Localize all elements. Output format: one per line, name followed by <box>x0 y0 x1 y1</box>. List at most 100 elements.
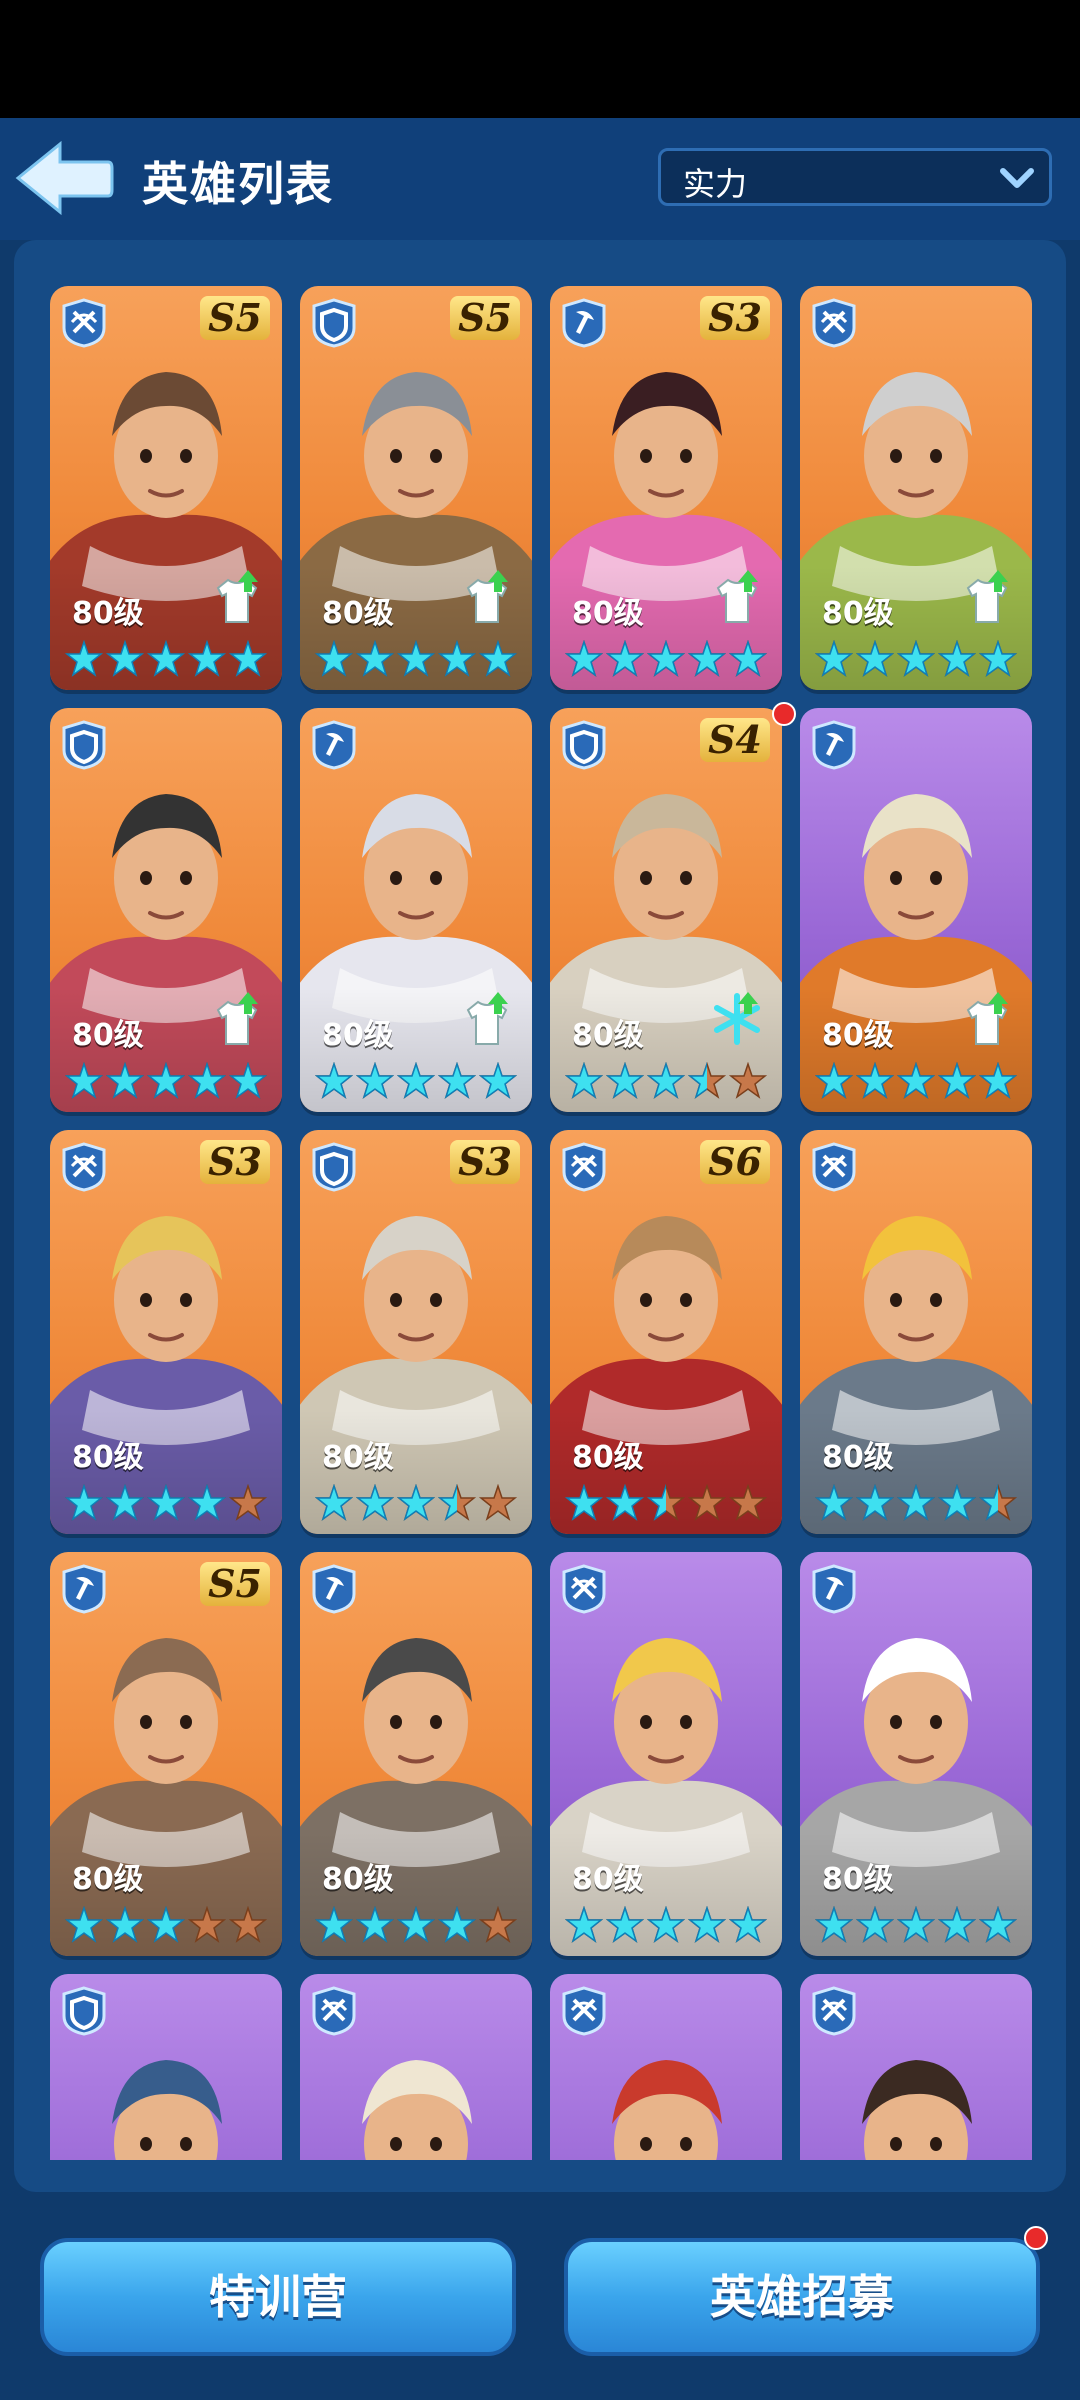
star-rating <box>314 639 524 680</box>
hero-level: 80级 <box>822 1440 894 1475</box>
season-badge: S5 <box>200 1562 270 1606</box>
season-badge: S5 <box>450 296 520 340</box>
star-icon <box>396 1061 436 1102</box>
star-icon <box>146 1483 186 1524</box>
hero-recruit-button[interactable]: 英雄招募 <box>564 2238 1040 2356</box>
hero-card[interactable] <box>300 1974 532 2160</box>
star-icon <box>605 1061 645 1102</box>
hero-card[interactable]: S5 80级 <box>300 286 532 690</box>
star-icon <box>937 1483 977 1524</box>
hero-card[interactable]: 80级 <box>800 1552 1032 1956</box>
hero-card[interactable]: S5 80级 <box>50 286 282 690</box>
star-icon <box>187 1061 227 1102</box>
star-icon <box>937 1905 977 1946</box>
star-rating <box>64 1061 274 1102</box>
star-icon <box>687 1061 727 1102</box>
hero-card[interactable]: S3 80级 <box>300 1130 532 1534</box>
hero-card[interactable]: 80级 <box>50 708 282 1112</box>
hero-card[interactable]: S6 80级 <box>550 1130 782 1534</box>
star-rating <box>64 639 274 680</box>
star-icon <box>937 639 977 680</box>
star-icon <box>646 1483 686 1524</box>
hero-level: 80级 <box>572 1440 644 1475</box>
star-icon <box>146 1061 186 1102</box>
star-icon <box>228 1483 268 1524</box>
hero-card[interactable]: 80级 <box>800 708 1032 1112</box>
season-badge: S3 <box>200 1140 270 1184</box>
star-icon <box>64 1905 104 1946</box>
hero-level: 80级 <box>72 1018 144 1053</box>
hero-card[interactable] <box>550 1974 782 2160</box>
star-rating <box>814 1061 1024 1102</box>
star-rating <box>814 1905 1024 1946</box>
star-icon <box>814 1905 854 1946</box>
star-rating <box>814 1483 1024 1524</box>
hero-card[interactable]: 80级 <box>800 286 1032 690</box>
star-icon <box>437 1905 477 1946</box>
star-icon <box>728 1061 768 1102</box>
star-icon <box>64 1483 104 1524</box>
hero-level: 80级 <box>822 1862 894 1897</box>
star-icon <box>355 1483 395 1524</box>
page-title: 英雄列表 <box>142 157 334 211</box>
season-badge: S5 <box>200 296 270 340</box>
hero-card[interactable]: 80级 <box>300 1552 532 1956</box>
hero-card[interactable] <box>800 1974 1032 2160</box>
sort-dropdown[interactable]: 实力 <box>658 148 1052 206</box>
star-rating <box>564 1905 774 1946</box>
star-icon <box>478 1061 518 1102</box>
star-icon <box>728 1483 768 1524</box>
star-icon <box>814 1061 854 1102</box>
star-icon <box>478 639 518 680</box>
hero-card[interactable]: S3 80级 <box>550 286 782 690</box>
star-icon <box>146 639 186 680</box>
hero-level: 80级 <box>322 596 394 631</box>
hero-card[interactable]: S4 80级 <box>550 708 782 1112</box>
hero-card[interactable]: S3 80级 <box>50 1130 282 1534</box>
hero-card[interactable]: 80级 <box>800 1130 1032 1534</box>
star-icon <box>228 1905 268 1946</box>
star-icon <box>437 1061 477 1102</box>
hero-level: 80级 <box>572 1018 644 1053</box>
back-arrow-icon[interactable] <box>14 140 114 216</box>
star-icon <box>355 1905 395 1946</box>
star-icon <box>187 1483 227 1524</box>
hero-level: 80级 <box>72 596 144 631</box>
hero-notification-dot <box>772 702 796 726</box>
star-icon <box>687 1905 727 1946</box>
star-icon <box>187 639 227 680</box>
star-icon <box>896 639 936 680</box>
hero-level: 80级 <box>822 596 894 631</box>
star-icon <box>396 1483 436 1524</box>
star-rating <box>64 1905 274 1946</box>
star-icon <box>105 1061 145 1102</box>
star-icon <box>605 1483 645 1524</box>
hero-level: 80级 <box>572 596 644 631</box>
sort-value: 实力 <box>683 165 748 203</box>
star-icon <box>105 1905 145 1946</box>
star-icon <box>105 1483 145 1524</box>
training-camp-button[interactable]: 特训营 <box>40 2238 516 2356</box>
season-badge: S6 <box>700 1140 770 1184</box>
hero-grid[interactable]: S5 80级 S5 80级 S3 80级 80级 80级 80级 S4 80级 … <box>14 240 1066 2160</box>
star-icon <box>605 639 645 680</box>
star-icon <box>478 1905 518 1946</box>
star-icon <box>728 639 768 680</box>
hero-card[interactable]: 80级 <box>300 708 532 1112</box>
season-badge: S3 <box>700 296 770 340</box>
star-icon <box>437 1483 477 1524</box>
star-icon <box>314 1905 354 1946</box>
star-icon <box>355 1061 395 1102</box>
hero-level: 80级 <box>322 1862 394 1897</box>
star-icon <box>896 1483 936 1524</box>
star-icon <box>228 1061 268 1102</box>
hero-level: 80级 <box>572 1862 644 1897</box>
hero-card[interactable]: 80级 <box>550 1552 782 1956</box>
star-icon <box>896 1905 936 1946</box>
star-icon <box>855 1061 895 1102</box>
hero-card[interactable]: S5 80级 <box>50 1552 282 1956</box>
star-icon <box>687 639 727 680</box>
hero-card[interactable] <box>50 1974 282 2160</box>
hero-level: 80级 <box>322 1018 394 1053</box>
star-icon <box>314 639 354 680</box>
